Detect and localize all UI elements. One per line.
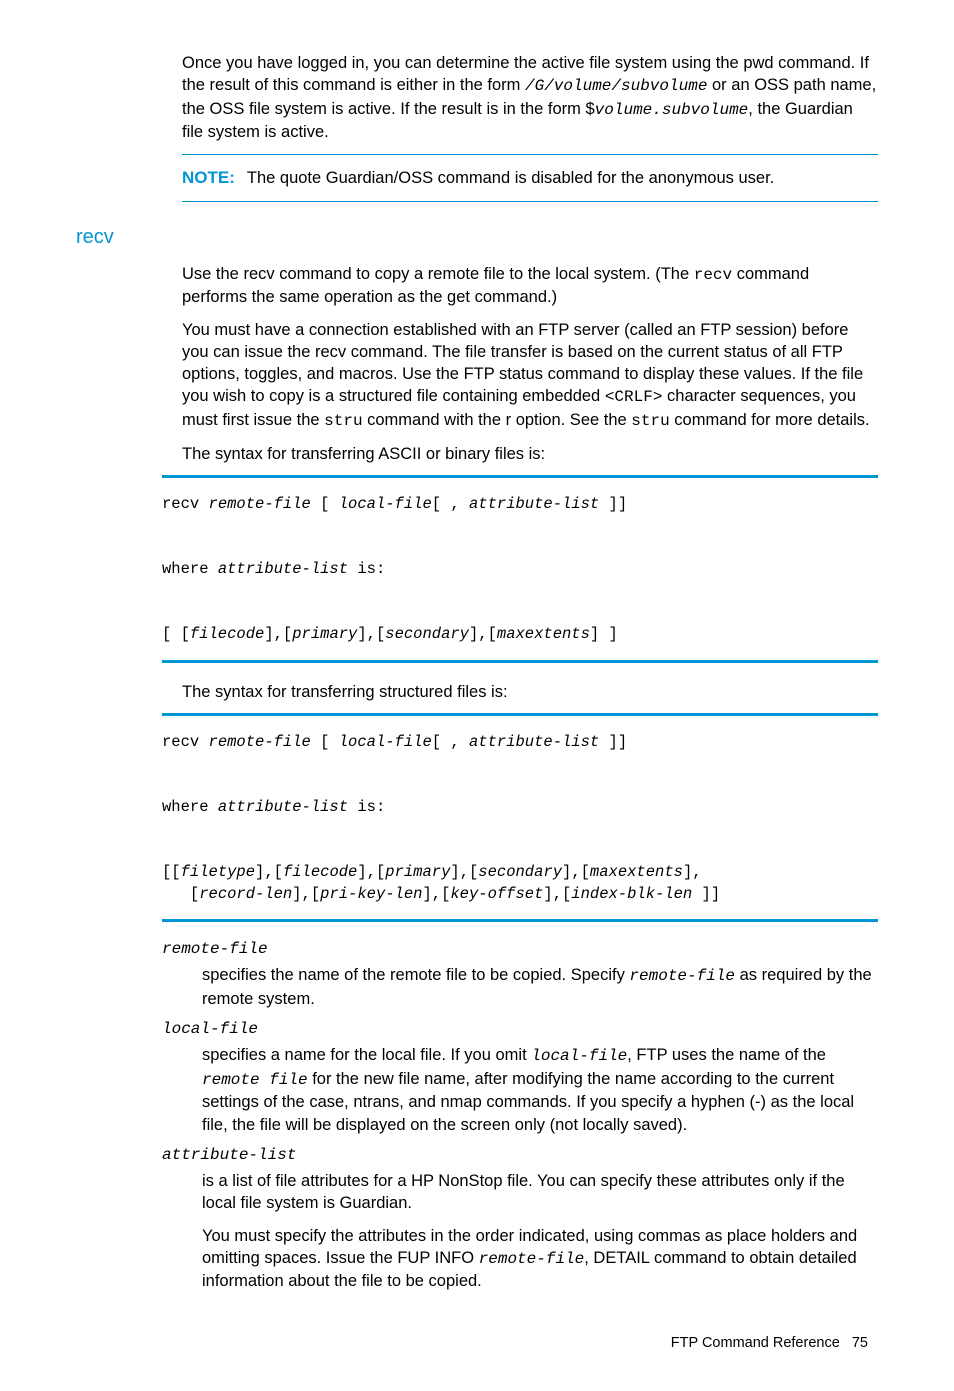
s1l1g: ]]	[599, 495, 627, 513]
plf-d1a: specifies a name for the local file. If …	[202, 1046, 531, 1064]
s1l1e: [ ,	[432, 495, 469, 513]
recv-p2: You must have a connection established w…	[182, 319, 878, 433]
footer-page-num: 75	[852, 1335, 868, 1351]
s2l3g: ],[	[450, 863, 478, 881]
param-attr-list-desc1: is a list of file attributes for a HP No…	[202, 1170, 878, 1215]
s2l3i: ],[	[562, 863, 590, 881]
param-remote-file-name: remote-file	[162, 940, 878, 958]
s1l3i: ] ]	[590, 625, 618, 643]
s2l1g: ]]	[599, 733, 627, 751]
note-text: The quote Guardian/OSS command is disabl…	[247, 169, 774, 187]
recv-p2-text-c: command with the r option. See the	[363, 411, 632, 429]
recv-p2-code3: stru	[631, 412, 669, 430]
s1l3g: ],[	[469, 625, 497, 643]
s2l4e: ],[	[422, 885, 450, 903]
section-heading-recv: recv	[76, 226, 878, 249]
param-local-file-name: local-file	[162, 1020, 878, 1038]
plf-d1c1: local-file	[531, 1047, 627, 1065]
intro-code-1: /G/volume/subvolume	[525, 77, 707, 95]
s1l3a: [ [	[162, 625, 190, 643]
s2l1d: local-file	[339, 733, 432, 751]
s2l1b: remote-file	[209, 733, 311, 751]
s2l3k: ],	[683, 863, 702, 881]
recv-p3: The syntax for transferring ASCII or bin…	[182, 443, 878, 465]
recv-p1-text-a: Use the recv command to copy a remote fi…	[182, 265, 694, 283]
s2l2b: attribute-list	[218, 798, 348, 816]
s2l3c: ],[	[255, 863, 283, 881]
s2l3h: secondary	[478, 863, 562, 881]
recv-p2-code2: stru	[324, 412, 362, 430]
s2l3f: primary	[385, 863, 450, 881]
recv-p1: Use the recv command to copy a remote fi…	[182, 263, 878, 309]
s1l2b: attribute-list	[218, 560, 348, 578]
syntax-box-ascii: recv remote-file [ local-file[ , attribu…	[162, 475, 878, 663]
s1l2a: where	[162, 560, 218, 578]
s2l4a: [	[162, 885, 199, 903]
recv-p2-text-d: command for more details.	[670, 411, 870, 429]
note-box: NOTE: The quote Guardian/OSS command is d…	[182, 154, 878, 202]
s2l4g: ],[	[543, 885, 571, 903]
s1l3c: ],[	[264, 625, 292, 643]
s2l2c: is:	[348, 798, 385, 816]
s1l3e: ],[	[357, 625, 385, 643]
s2l4b: record-len	[199, 885, 292, 903]
s2l3b: filetype	[181, 863, 255, 881]
s2l4i: ]]	[692, 885, 720, 903]
s1l1b: remote-file	[209, 495, 311, 513]
param-local-file-desc: specifies a name for the local file. If …	[202, 1044, 878, 1136]
s2l4c: ],[	[292, 885, 320, 903]
recv-p2-code1: <CRLF>	[605, 388, 663, 406]
plf-d1c2: remote file	[202, 1071, 308, 1089]
footer-text: FTP Command Reference	[671, 1335, 840, 1351]
s2l3j: maxextents	[590, 863, 683, 881]
param-attr-list-name: attribute-list	[162, 1146, 878, 1164]
s1l1d: local-file	[339, 495, 432, 513]
s2l1a: recv	[162, 733, 209, 751]
intro-code-2: volume.subvolume	[595, 101, 749, 119]
prf-d1code: remote-file	[629, 967, 735, 985]
s1l1a: recv	[162, 495, 209, 513]
s2l3d: filecode	[283, 863, 357, 881]
s2l3e: ],[	[357, 863, 385, 881]
note-label: NOTE:	[182, 168, 235, 187]
s2l4d: pri-key-len	[320, 885, 422, 903]
s1l3f: secondary	[385, 625, 469, 643]
plf-d1b: , FTP uses the name of the	[627, 1046, 826, 1064]
s2l1f: attribute-list	[469, 733, 599, 751]
s2l1e: [ ,	[432, 733, 469, 751]
s2l1c: [	[311, 733, 339, 751]
s2l2a: where	[162, 798, 218, 816]
s1l1f: attribute-list	[469, 495, 599, 513]
recv-p4: The syntax for transferring structured f…	[182, 681, 878, 703]
prf-d1a: specifies the name of the remote file to…	[202, 966, 629, 984]
s1l2c: is:	[348, 560, 385, 578]
s1l1c: [	[311, 495, 339, 513]
s1l3b: filecode	[190, 625, 264, 643]
syntax-box-structured: recv remote-file [ local-file[ , attribu…	[162, 713, 878, 923]
intro-paragraph: Once you have logged in, you can determi…	[182, 52, 878, 144]
s1l3d: primary	[292, 625, 357, 643]
s2l4h: index-blk-len	[571, 885, 692, 903]
recv-p1-code: recv	[694, 266, 732, 284]
param-remote-file-desc: specifies the name of the remote file to…	[202, 964, 878, 1010]
s2l4f: key-offset	[450, 885, 543, 903]
s2l3a: [[	[162, 863, 181, 881]
param-attr-list-desc2: You must specify the attributes in the o…	[202, 1225, 878, 1293]
s1l3h: maxextents	[497, 625, 590, 643]
page-footer: FTP Command Reference 75	[76, 1335, 878, 1351]
pal-d2code: remote-file	[479, 1250, 585, 1268]
